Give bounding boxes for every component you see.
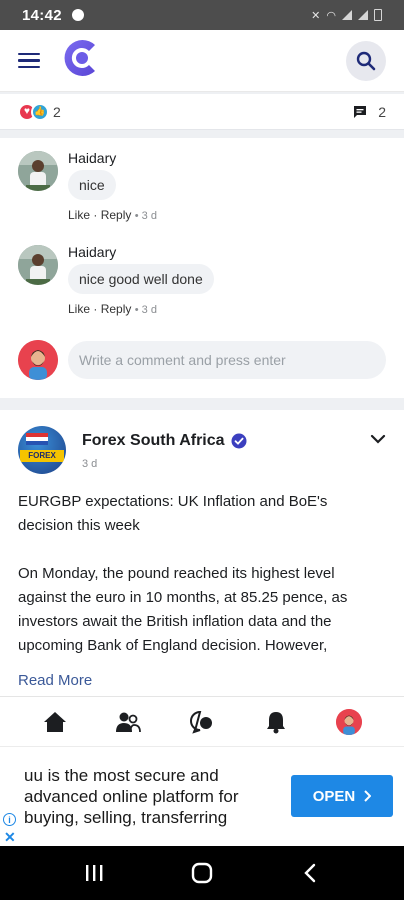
ad-open-label: OPEN [312, 787, 356, 805]
section-divider [0, 398, 404, 410]
post-text: EURGBP expectations: UK Inflation and Bo… [18, 490, 378, 682]
ad-open-button[interactable]: OPEN [291, 775, 393, 817]
notification-icon [71, 9, 84, 21]
status-bar: 14:42 ✕ ◠ [0, 0, 404, 30]
home-icon [43, 711, 66, 732]
signal-icon-2 [358, 10, 368, 20]
ad-banner[interactable]: uu is the most secure and advanced onlin… [0, 746, 404, 846]
comment-author[interactable]: Haidary [68, 150, 157, 166]
reactions-row: ♥ 👍 2 2 [0, 94, 404, 130]
chat-icon [189, 710, 212, 734]
post-body: On Monday, the pound reached its highest… [18, 565, 348, 654]
comment-item: Haidary nice Like · Reply • 3 d [18, 150, 157, 222]
commenter-avatar[interactable] [18, 151, 58, 191]
comment-item: Haidary nice good well done Like · Reply… [18, 244, 214, 316]
verified-icon [231, 433, 247, 449]
write-comment-row [18, 340, 386, 380]
recents-button[interactable] [69, 853, 119, 893]
like-link[interactable]: Like [68, 302, 90, 316]
bell-icon [266, 711, 285, 733]
post-options-button[interactable] [370, 432, 386, 474]
my-avatar[interactable] [18, 340, 58, 380]
commenter-avatar[interactable] [18, 245, 58, 285]
read-more-link[interactable]: Read More [18, 672, 92, 689]
home-system-button[interactable] [177, 853, 227, 893]
wifi-icon: ◠ [326, 9, 336, 22]
post-time: 3 d [82, 458, 98, 470]
post-card: FOREX Forex South Africa 3 d EURGBP expe… [0, 410, 404, 696]
reply-link[interactable]: Reply [101, 302, 132, 316]
search-button[interactable] [346, 40, 386, 81]
comment-count: 2 [378, 103, 386, 120]
page-name[interactable]: Forex South Africa [82, 432, 225, 450]
comment-text: nice [68, 170, 116, 200]
section-divider [0, 130, 404, 138]
chevron-right-icon [364, 790, 372, 802]
reply-link[interactable]: Reply [101, 208, 132, 222]
ad-text[interactable]: uu is the most secure and advanced onlin… [24, 765, 286, 828]
nav-profile[interactable] [329, 702, 369, 742]
comment-count-button[interactable]: 2 [353, 104, 386, 120]
comment-time: 3 d [141, 210, 157, 222]
search-icon [356, 51, 376, 70]
post-title: EURGBP expectations: UK Inflation and Bo… [18, 493, 328, 534]
reaction-icons[interactable]: ♥ 👍 [18, 102, 49, 121]
reaction-count[interactable]: 2 [53, 104, 61, 120]
back-button[interactable] [285, 853, 335, 893]
comment-actions: Like · Reply • 3 d [68, 302, 157, 316]
like-icon: 👍 [31, 102, 49, 121]
mute-icon: ✕ [311, 9, 321, 22]
back-icon [304, 863, 316, 883]
chevron-down-icon [370, 434, 386, 444]
app-header [0, 30, 404, 92]
bottom-nav [0, 696, 404, 746]
status-time: 14:42 [22, 6, 62, 24]
friends-icon [116, 712, 142, 732]
comment-author[interactable]: Haidary [68, 244, 214, 260]
post-header: FOREX Forex South Africa 3 d [18, 426, 386, 474]
logo-icon[interactable] [62, 36, 102, 85]
page-avatar[interactable]: FOREX [18, 426, 66, 474]
comment-text: nice good well done [68, 264, 214, 294]
comment-input[interactable] [68, 341, 386, 379]
profile-icon [336, 708, 363, 735]
comment-time: 3 d [141, 304, 157, 316]
like-link[interactable]: Like [68, 208, 90, 222]
nav-friends[interactable] [108, 702, 148, 742]
nav-notifications[interactable] [256, 702, 296, 742]
battery-icon [374, 9, 382, 21]
comment-icon [354, 105, 367, 118]
home-button-icon [191, 862, 213, 884]
menu-icon[interactable] [18, 52, 40, 69]
recents-icon [86, 865, 103, 881]
status-icons: ✕ ◠ [311, 9, 382, 22]
close-icon[interactable]: ✕ [4, 829, 16, 846]
nav-home[interactable] [35, 702, 75, 742]
info-icon[interactable]: i [3, 813, 16, 826]
signal-icon [342, 10, 352, 20]
comment-actions: Like · Reply • 3 d [68, 208, 157, 222]
system-nav-bar [0, 846, 404, 900]
nav-chat[interactable] [182, 702, 222, 742]
